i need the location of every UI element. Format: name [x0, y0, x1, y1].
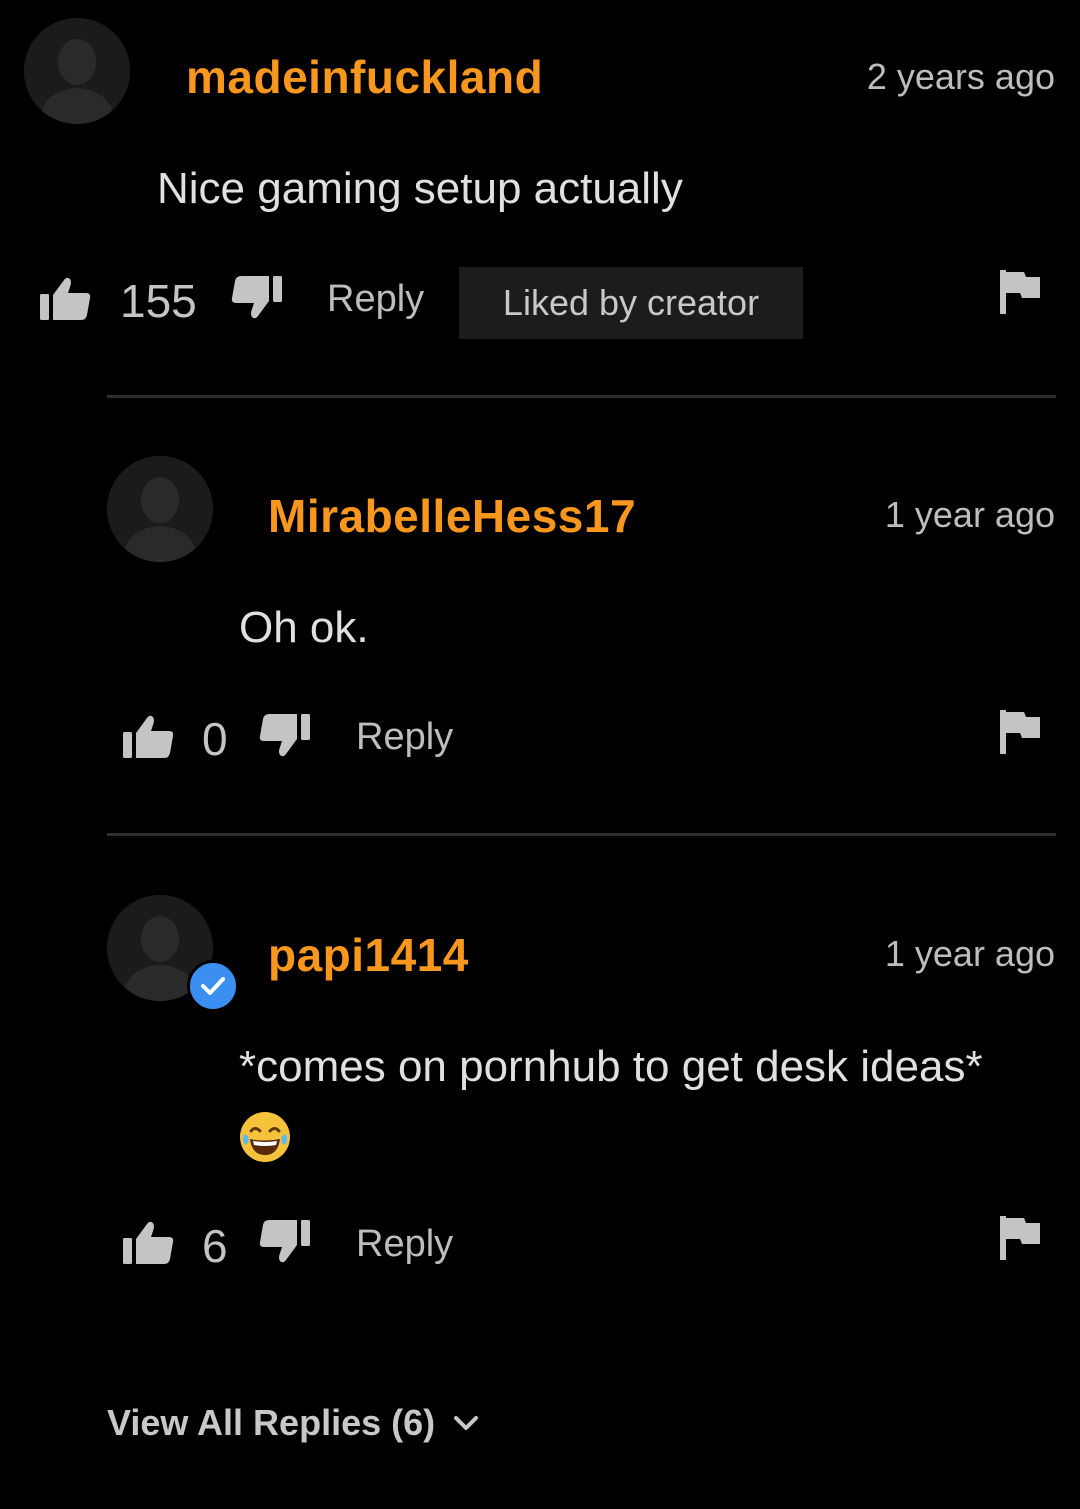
comment-actions: 155 Reply Liked by creator [0, 262, 1080, 342]
comment-text: Nice gaming setup actually [157, 164, 683, 213]
liked-by-creator-badge: Liked by creator [459, 267, 803, 339]
comment-username[interactable]: papi1414 [268, 928, 469, 982]
thumbs-down-icon[interactable] [258, 1220, 310, 1264]
reply-button[interactable]: Reply [356, 716, 453, 759]
comment-username[interactable]: madeinfuckland [186, 50, 543, 104]
comment-text: *comes on pornhub to get desk ideas* [239, 1042, 983, 1091]
divider [107, 833, 1056, 836]
thumbs-down-icon[interactable] [230, 276, 282, 320]
avatar-silhouette-icon [107, 456, 213, 562]
comment-username[interactable]: MirabelleHess17 [268, 489, 636, 543]
reply-button[interactable]: Reply [327, 278, 424, 321]
like-count: 0 [202, 713, 228, 765]
thumbs-up-icon[interactable] [123, 1220, 175, 1264]
like-count: 155 [120, 275, 197, 327]
like-count: 6 [202, 1220, 228, 1272]
divider [107, 395, 1056, 398]
verified-check-icon [187, 960, 239, 1012]
comment-actions: 6 Reply [0, 1206, 1080, 1286]
thumbs-down-icon[interactable] [258, 714, 310, 758]
comment-timestamp: 2 years ago [866, 56, 1055, 97]
thumbs-up-icon[interactable] [123, 714, 175, 758]
comment-timestamp: 1 year ago [884, 933, 1055, 974]
view-all-replies-label: View All Replies (6) [107, 1402, 436, 1443]
face-with-tears-of-joy-icon [240, 1112, 290, 1162]
avatar-silhouette-icon [24, 18, 130, 124]
comment-actions: 0 Reply [0, 700, 1080, 780]
view-all-replies-button[interactable]: View All Replies (6) [107, 1402, 479, 1444]
comment-text: Oh ok. [239, 603, 369, 652]
reply-button[interactable]: Reply [356, 1223, 453, 1266]
avatar[interactable] [24, 18, 130, 124]
thumbs-up-icon[interactable] [40, 276, 92, 320]
flag-icon[interactable] [1000, 270, 1040, 314]
flag-icon[interactable] [1000, 710, 1040, 754]
flag-icon[interactable] [1000, 1216, 1040, 1260]
chevron-down-icon [454, 1416, 479, 1430]
avatar[interactable] [107, 456, 213, 562]
comment-timestamp: 1 year ago [884, 494, 1055, 535]
